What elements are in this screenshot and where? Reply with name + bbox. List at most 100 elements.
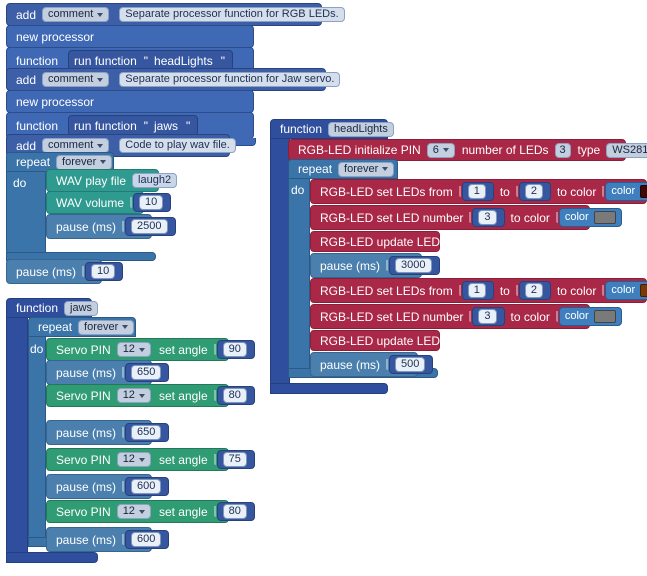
run-function-value-jaw[interactable]: run function " jaws " (68, 115, 199, 136)
pause-value[interactable]: 10 (85, 262, 124, 281)
servo-block-1[interactable]: Servo PIN 12 set angle 90 (46, 338, 255, 361)
servo-block-4[interactable]: Servo PIN 12 set angle 80 (46, 500, 255, 523)
pause-block-jaws-4[interactable]: pause (ms) 600 (46, 527, 170, 552)
run-function-name[interactable]: jaws (154, 120, 178, 132)
rgb-color-value-4[interactable]: color (558, 307, 622, 326)
pause-value[interactable]: 600 (125, 477, 170, 496)
rgb-initialize-block[interactable]: RGB-LED initialize PIN 6 number of LEDs … (288, 139, 647, 161)
wav-play-file-block[interactable]: WAV play file laugh2 (46, 169, 178, 192)
pause-value[interactable]: 500 (389, 355, 434, 374)
pause-value[interactable]: 650 (125, 423, 170, 442)
pause-block-jaws-3[interactable]: pause (ms) 600 (46, 474, 170, 499)
comment-text-field[interactable]: Separate processor function for RGB LEDs… (119, 7, 345, 22)
pause-value[interactable]: 2500 (125, 217, 176, 236)
rgb-from-value[interactable]: 1 (461, 182, 494, 201)
rgb-number[interactable]: 3 (478, 309, 497, 324)
rgb-number-value[interactable]: 3 (472, 208, 505, 227)
wav-volume-value[interactable]: 10 (133, 193, 172, 212)
pause-block-trailing[interactable]: pause (ms) 10 (6, 259, 124, 284)
rgb-set-range-block-2[interactable]: RGB-LED set LEDs from 1 to 2 to color co… (310, 278, 647, 303)
pause-number[interactable]: 500 (395, 357, 426, 372)
servo-angle-value[interactable]: 75 (216, 450, 255, 469)
servo-angle-value[interactable]: 80 (216, 502, 255, 521)
servo-block-3[interactable]: Servo PIN 12 set angle 75 (46, 448, 255, 471)
rgb-pin-dropdown[interactable]: 6 (426, 142, 455, 158)
pause-number[interactable]: 600 (131, 479, 162, 494)
repeat-mode-dropdown[interactable]: forever (338, 161, 395, 177)
add-comment-block-jaw[interactable]: add comment Separate processor function … (6, 68, 341, 91)
servo-angle-number[interactable]: 80 (222, 388, 247, 403)
rgb-from-number[interactable]: 1 (467, 184, 486, 199)
function-name-field[interactable]: headLights (328, 121, 394, 137)
pause-number[interactable]: 3000 (395, 258, 432, 273)
value-socket (386, 260, 389, 271)
rgb-to-number[interactable]: 2 (524, 283, 543, 298)
function-name-field[interactable]: jaws (64, 300, 99, 316)
pause-number[interactable]: 10 (91, 264, 116, 279)
run-function-name[interactable]: headLights (154, 55, 213, 67)
pause-block-wav[interactable]: pause (ms) 2500 (46, 214, 176, 239)
servo-angle-value[interactable]: 90 (216, 340, 255, 359)
rgb-to-value[interactable]: 2 (518, 281, 551, 300)
repeat-header-jaws[interactable]: repeat forever (28, 317, 136, 337)
servo-pin-dropdown[interactable]: 12 (116, 452, 151, 467)
wav-file-field[interactable]: laugh2 (132, 173, 178, 188)
add-comment-block-rgb[interactable]: add comment Separate processor function … (6, 3, 345, 26)
function-header-jaws[interactable]: function jaws (6, 298, 99, 318)
rgb-color-value-1[interactable]: color (605, 182, 647, 201)
color-swatch[interactable] (640, 284, 647, 297)
rgb-set-number-block-2[interactable]: RGB-LED set LED number 3 to color color (310, 304, 622, 329)
color-swatch[interactable] (593, 310, 616, 323)
color-swatch[interactable] (640, 185, 647, 198)
rgb-color-value-2[interactable]: color (558, 208, 622, 227)
comment-text-field[interactable]: Code to play wav file. (119, 138, 236, 153)
pause-value[interactable]: 650 (125, 363, 170, 382)
pause-block-jaws-2[interactable]: pause (ms) 650 (46, 420, 170, 445)
pause-block-jaws-1[interactable]: pause (ms) 650 (46, 360, 170, 385)
pause-number[interactable]: 650 (131, 365, 162, 380)
color-swatch[interactable] (593, 211, 616, 224)
servo-pin-dropdown[interactable]: 12 (116, 342, 151, 357)
rgb-number-value[interactable]: 3 (472, 307, 505, 326)
servo-angle-number[interactable]: 75 (222, 452, 247, 467)
rgb-set-range-block-1[interactable]: RGB-LED set LEDs from 1 to 2 to color co… (310, 179, 647, 204)
rgb-number[interactable]: 3 (478, 210, 497, 225)
rgb-update-block-1[interactable]: RGB-LED update LEDs (310, 231, 446, 252)
rgb-to-value[interactable]: 2 (518, 182, 551, 201)
servo-angle-number[interactable]: 80 (222, 504, 247, 519)
repeat-header-headlights[interactable]: repeat forever (288, 159, 398, 179)
rgb-led-count-field[interactable]: 3 (554, 142, 571, 158)
wav-volume-number[interactable]: 10 (139, 195, 164, 210)
rgb-to-number[interactable]: 2 (524, 184, 543, 199)
servo-pin-dropdown[interactable]: 12 (116, 504, 151, 519)
pause-number[interactable]: 600 (131, 532, 162, 547)
pause-number[interactable]: 650 (131, 425, 162, 440)
comment-kind-dropdown[interactable]: comment (42, 72, 110, 87)
rgb-color-value-3[interactable]: color (605, 281, 647, 300)
new-processor-block-jaw[interactable]: new processor (6, 90, 254, 113)
pause-block-headlights-1[interactable]: pause (ms) 3000 (310, 253, 440, 278)
rgb-type-dropdown[interactable]: WS2812 (606, 142, 647, 158)
servo-block-2[interactable]: Servo PIN 12 set angle 80 (46, 384, 255, 407)
pause-label: pause (ms) (56, 365, 117, 380)
function-header-headlights[interactable]: function headLights (270, 119, 394, 139)
servo-angle-value[interactable]: 80 (216, 386, 255, 405)
pause-value[interactable]: 3000 (389, 256, 440, 275)
rgb-from-number[interactable]: 1 (467, 283, 486, 298)
servo-angle-number[interactable]: 90 (222, 342, 247, 357)
rgb-update-block-2[interactable]: RGB-LED update LEDs (310, 330, 446, 351)
wav-volume-block[interactable]: WAV volume 10 (46, 191, 172, 214)
comment-text-field[interactable]: Separate processor function for Jaw serv… (119, 72, 341, 87)
pause-number[interactable]: 2500 (131, 219, 168, 234)
rgb-from-value[interactable]: 1 (461, 281, 494, 300)
servo-pin-dropdown[interactable]: 12 (116, 388, 151, 403)
new-processor-block-rgb[interactable]: new processor (6, 25, 254, 48)
comment-kind-dropdown[interactable]: comment (42, 138, 110, 153)
rgb-set-number-block-1[interactable]: RGB-LED set LED number 3 to color color (310, 205, 622, 230)
repeat-mode-dropdown[interactable]: forever (56, 154, 113, 170)
comment-kind-dropdown[interactable]: comment (42, 7, 110, 22)
pause-block-headlights-2[interactable]: pause (ms) 500 (310, 352, 434, 377)
repeat-mode-dropdown[interactable]: forever (78, 319, 135, 335)
add-label: add (16, 72, 37, 87)
pause-value[interactable]: 600 (125, 530, 170, 549)
